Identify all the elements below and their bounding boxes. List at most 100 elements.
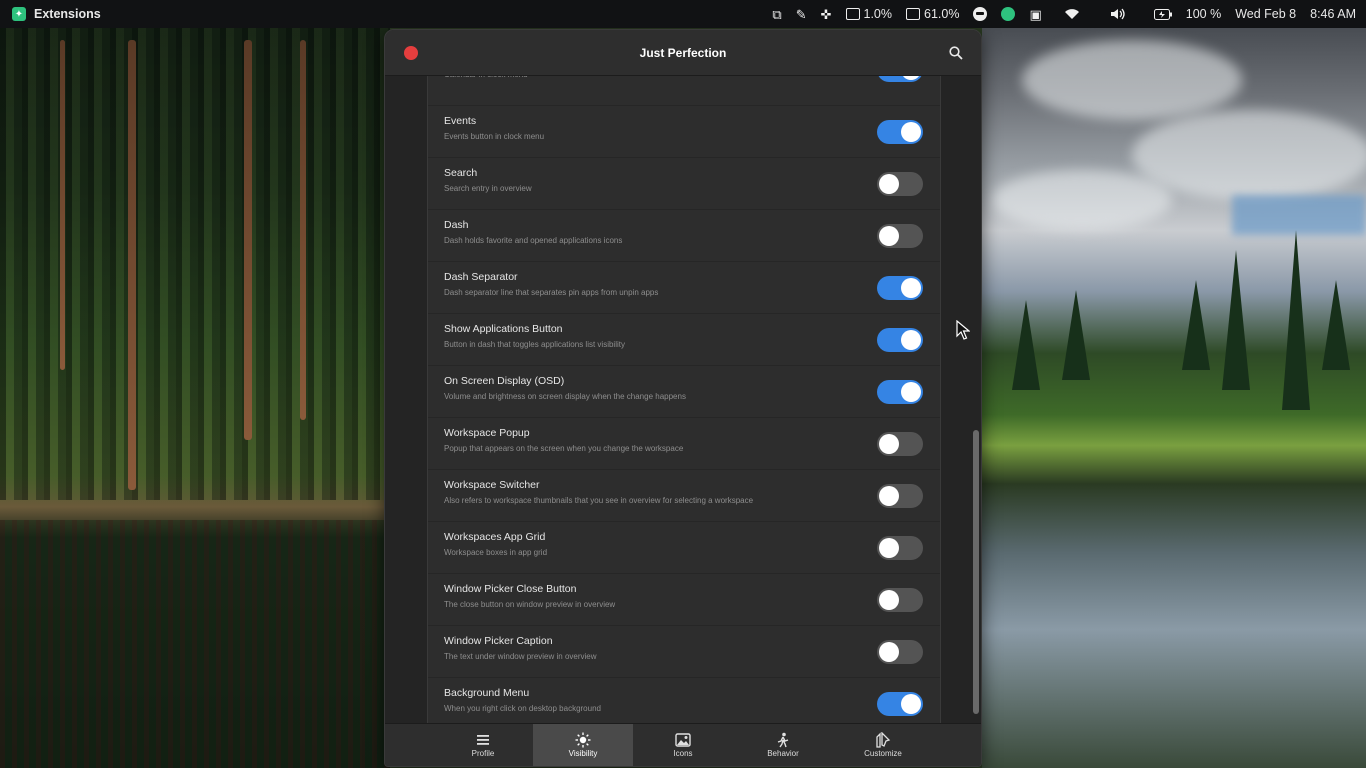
- tab-icons[interactable]: Icons: [633, 724, 733, 766]
- toggle-switch[interactable]: [877, 224, 923, 248]
- tab-label: Icons: [673, 749, 693, 758]
- settings-row: Show Applications Button Button in dash t…: [428, 314, 940, 366]
- search-icon: [949, 46, 963, 60]
- battery-indicator[interactable]: [1153, 8, 1172, 20]
- mouse-cursor-icon: [956, 320, 970, 340]
- toggle-switch[interactable]: [877, 640, 923, 664]
- memory-value: 61.0%: [924, 7, 960, 21]
- setting-subtitle: Search entry in overview: [444, 184, 532, 193]
- setting-title: Window Picker Close Button: [444, 583, 577, 595]
- date-label[interactable]: Wed Feb 8: [1235, 7, 1296, 21]
- memory-icon: [906, 8, 920, 20]
- setting-title: Search: [444, 167, 478, 179]
- toggle-switch[interactable]: [877, 380, 923, 404]
- just-perfection-window: Just Perfection Calendar in clock menu E…: [384, 29, 982, 767]
- switch-knob: [901, 330, 921, 350]
- switch-knob: [879, 642, 899, 662]
- top-panel: ✦ Extensions ⧉ ✎ ✜ 1.0% 61.0% ▣ 100 % We…: [0, 0, 1366, 28]
- setting-title: Window Picker Caption: [444, 635, 553, 647]
- switch-knob: [901, 76, 921, 80]
- settings-row: Workspace Switcher Also refers to workspa…: [428, 470, 940, 522]
- sun-icon: [575, 732, 591, 748]
- face-indicator[interactable]: [973, 7, 988, 21]
- switch-knob: [901, 278, 921, 298]
- toggle-switch[interactable]: [877, 432, 923, 456]
- puzzle-icon[interactable]: ✜: [821, 8, 832, 21]
- cpu-icon: [845, 8, 860, 20]
- setting-subtitle: Workspace boxes in app grid: [444, 548, 548, 557]
- switch-knob: [879, 174, 899, 194]
- toggle-switch[interactable]: [877, 536, 923, 560]
- whatsapp-indicator[interactable]: [1001, 7, 1016, 21]
- whatsapp-icon: [1001, 7, 1016, 21]
- settings-row: Search Search entry in overview: [428, 158, 940, 210]
- toggle-switch[interactable]: [877, 276, 923, 300]
- tab-visibility[interactable]: Visibility: [533, 724, 633, 766]
- setting-subtitle: Also refers to workspace thumbnails that…: [444, 496, 754, 505]
- setting-title: Show Applications Button: [444, 323, 563, 335]
- setting-subtitle: Calendar in clock menu: [444, 76, 924, 84]
- toggle-switch[interactable]: [877, 484, 923, 508]
- setting-title: Workspace Popup: [444, 427, 530, 439]
- clipboard-icon[interactable]: ▣: [1029, 8, 1041, 21]
- switch-knob: [879, 486, 899, 506]
- switch-knob: [879, 538, 899, 558]
- toggle-switch[interactable]: [877, 588, 923, 612]
- setting-subtitle: Popup that appears on the screen when yo…: [444, 444, 684, 453]
- list-icon: [476, 732, 490, 748]
- search-button[interactable]: [945, 42, 967, 64]
- bottom-tab-bar: Profile Visibility Icons Behavior Customize: [385, 723, 981, 766]
- toggle-switch[interactable]: [877, 120, 923, 144]
- settings-row: Workspaces App Grid Workspace boxes in ap…: [428, 522, 940, 574]
- settings-row: Workspace Popup Popup that appears on the…: [428, 418, 940, 470]
- forest-wallpaper-left: [0, 0, 390, 768]
- toggle-switch[interactable]: [877, 692, 923, 716]
- image-icon: [675, 732, 691, 748]
- customize-icon: [875, 732, 891, 748]
- setting-subtitle: When you right click on desktop backgrou…: [444, 704, 601, 713]
- setting-title: Dash: [444, 219, 469, 231]
- toggle-switch[interactable]: [877, 328, 923, 352]
- tab-customize[interactable]: Customize: [833, 724, 933, 766]
- switch-knob: [901, 694, 921, 714]
- tab-label: Visibility: [568, 749, 598, 758]
- app-menu-label: Extensions: [34, 7, 101, 21]
- tab-label: Profile: [471, 749, 495, 758]
- wifi-icon[interactable]: [1064, 8, 1080, 20]
- toggle-switch[interactable]: [877, 172, 923, 196]
- settings-scroll-area[interactable]: Calendar in clock menu Events Events butt…: [385, 76, 981, 724]
- tab-label: Behavior: [767, 749, 799, 758]
- setting-title: Background Menu: [444, 687, 530, 699]
- settings-list: Calendar in clock menu Events Events butt…: [427, 76, 941, 724]
- setting-subtitle: Button in dash that toggles applications…: [444, 340, 625, 349]
- volume-icon[interactable]: [1110, 8, 1126, 20]
- settings-row: Dash Separator Dash separator line that s…: [428, 262, 940, 314]
- walk-icon: [775, 732, 791, 748]
- tab-behavior[interactable]: Behavior: [733, 724, 833, 766]
- setting-title: Workspaces App Grid: [444, 531, 546, 543]
- settings-row-partial: Calendar in clock menu: [428, 76, 940, 106]
- switch-knob: [901, 122, 921, 142]
- window-title: Just Perfection: [639, 45, 727, 60]
- scrollbar[interactable]: [973, 430, 979, 714]
- setting-title: On Screen Display (OSD): [444, 375, 565, 387]
- tab-profile[interactable]: Profile: [433, 724, 533, 766]
- setting-subtitle: Volume and brightness on screen display …: [444, 392, 686, 401]
- switch-knob: [879, 434, 899, 454]
- time-label[interactable]: 8:46 AM: [1310, 7, 1356, 21]
- system-tray: ⧉ ✎ ✜ 1.0% 61.0% ▣ 100 % Wed Feb 8 8:46 …: [772, 0, 1356, 28]
- setting-subtitle: Dash separator line that separates pin a…: [444, 288, 659, 297]
- setting-title: Dash Separator: [444, 271, 518, 283]
- cpu-indicator[interactable]: 1.0%: [845, 7, 892, 21]
- window-icon[interactable]: ⧉: [772, 8, 781, 21]
- switch-knob: [879, 590, 899, 610]
- close-button[interactable]: [404, 46, 418, 60]
- settings-row: Background Menu When you right click on d…: [428, 678, 940, 724]
- setting-title: Workspace Switcher: [444, 479, 540, 491]
- memory-indicator[interactable]: 61.0%: [906, 7, 959, 21]
- setting-subtitle: The close button on window preview in ov…: [444, 600, 616, 609]
- app-menu[interactable]: ✦ Extensions: [0, 7, 101, 21]
- battery-value: 100 %: [1185, 7, 1222, 21]
- eyedropper-icon[interactable]: ✎: [796, 8, 807, 21]
- setting-title: Events: [444, 115, 477, 127]
